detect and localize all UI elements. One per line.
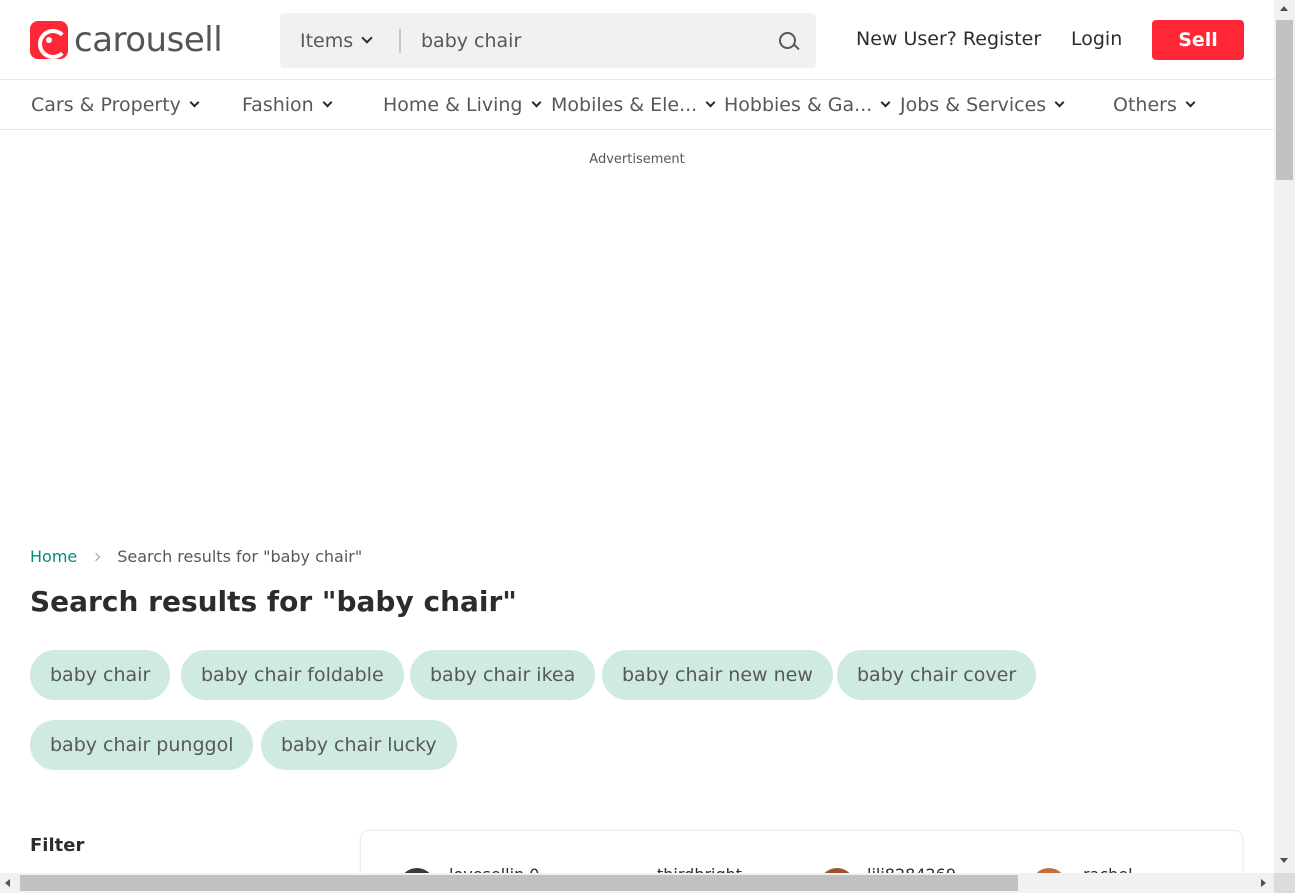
chevron-down-icon [1185, 97, 1196, 108]
suggestion-chip[interactable]: baby chair new new [602, 650, 833, 700]
category-label: Home & Living [383, 94, 523, 116]
register-link[interactable]: New User? Register [856, 28, 1041, 50]
scrollbar-corner [1274, 873, 1295, 893]
category-label: Others [1113, 94, 1177, 116]
suggestion-chip[interactable]: baby chair [30, 650, 171, 700]
chevron-right-icon [92, 552, 101, 561]
search-bar: Items [280, 13, 816, 68]
category-label: Mobiles & Ele... [551, 94, 698, 116]
category-label: Hobbies & Ga... [724, 94, 873, 116]
category-fashion[interactable]: Fashion [242, 94, 333, 116]
breadcrumb-home-link[interactable]: Home [30, 547, 77, 566]
advertisement-label: Advertisement [589, 152, 685, 167]
header: carousell Items New User? Register Login… [0, 0, 1274, 80]
scroll-right-arrow-icon[interactable] [1261, 879, 1266, 887]
category-label: Jobs & Services [900, 94, 1047, 116]
login-link[interactable]: Login [1071, 28, 1122, 50]
search-type-dropdown[interactable]: Items [280, 13, 399, 68]
search-type-label: Items [300, 29, 354, 52]
scroll-down-arrow-icon[interactable] [1280, 858, 1288, 863]
vertical-scroll-thumb[interactable] [1276, 20, 1293, 180]
category-label: Fashion [242, 94, 314, 116]
scroll-up-arrow-icon[interactable] [1280, 6, 1288, 11]
category-others[interactable]: Others [1113, 94, 1196, 116]
vertical-scrollbar[interactable] [1274, 0, 1295, 873]
chevron-down-icon [880, 97, 891, 108]
chevron-down-icon [1054, 97, 1065, 108]
horizontal-scrollbar[interactable] [0, 873, 1274, 893]
breadcrumb-current: Search results for "baby chair" [117, 547, 363, 566]
suggestion-chip[interactable]: baby chair punggol [30, 720, 254, 770]
suggestion-chip[interactable]: baby chair lucky [261, 720, 457, 770]
chevron-down-icon [189, 97, 200, 108]
suggestion-chip[interactable]: baby chair cover [837, 650, 1037, 700]
chevron-down-icon [361, 32, 373, 44]
page-title: Search results for "baby chair" [30, 585, 517, 618]
category-jobs-services[interactable]: Jobs & Services [900, 94, 1065, 116]
suggestion-chip[interactable]: baby chair ikea [410, 650, 596, 700]
search-input[interactable] [401, 13, 768, 68]
category-label: Cars & Property [31, 94, 181, 116]
filter-heading: Filter [30, 835, 85, 856]
logo-text: carousell [74, 20, 223, 60]
category-cars-property[interactable]: Cars & Property [31, 94, 200, 116]
scroll-left-arrow-icon[interactable] [5, 879, 10, 887]
horizontal-scroll-thumb[interactable] [20, 875, 1018, 891]
category-mobiles-electronics[interactable]: Mobiles & Ele... [551, 94, 716, 116]
carousell-logo-icon [30, 21, 68, 59]
chevron-down-icon [322, 97, 333, 108]
category-nav: Cars & Property Fashion Home & Living Mo… [0, 80, 1274, 130]
category-home-living[interactable]: Home & Living [383, 94, 541, 116]
breadcrumb: Home Search results for "baby chair" [30, 547, 362, 566]
category-hobbies-games[interactable]: Hobbies & Ga... [724, 94, 891, 116]
search-icon[interactable] [768, 21, 808, 61]
suggestion-chip[interactable]: baby chair foldable [181, 650, 404, 700]
chevron-down-icon [531, 97, 541, 108]
chevron-down-icon [705, 97, 716, 108]
carousell-logo[interactable]: carousell [30, 20, 223, 60]
sell-button[interactable]: Sell [1152, 20, 1244, 60]
